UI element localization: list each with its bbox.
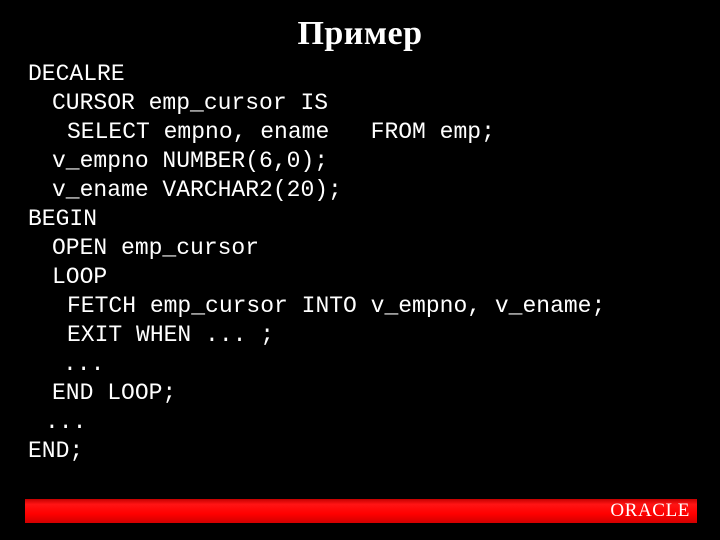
footer-bar: ORACLE (25, 499, 697, 523)
code-line: ... (45, 409, 87, 435)
page-title: Пример (297, 15, 423, 52)
code-line: DECALRE (28, 61, 125, 87)
code-line: v_ename VARCHAR2(20); (52, 177, 342, 203)
code-line: ... (63, 351, 105, 377)
oracle-logo: ORACLE (610, 500, 690, 521)
code-line: LOOP (52, 264, 108, 290)
code-line: CURSOR emp_cursor IS (52, 90, 329, 116)
code-line: OPEN emp_cursor (52, 235, 260, 261)
presentation-slide: Пример DECALRE CURSOR emp_cursor IS SELECT… (0, 0, 720, 540)
code-line: BEGIN (28, 206, 98, 232)
code-line: EXIT WHEN ... ; (67, 322, 275, 348)
code-line: SELECT empno, ename FROM emp; (67, 119, 495, 145)
code-line: END LOOP; (52, 380, 177, 406)
code-line: FETCH emp_cursor INTO v_empno, v_ename; (67, 293, 606, 319)
code-line: END; (28, 438, 84, 464)
code-line: v_empno NUMBER(6,0); (52, 148, 329, 174)
code-block: DECALRE CURSOR emp_cursor IS SELECT empno,… (0, 60, 720, 466)
